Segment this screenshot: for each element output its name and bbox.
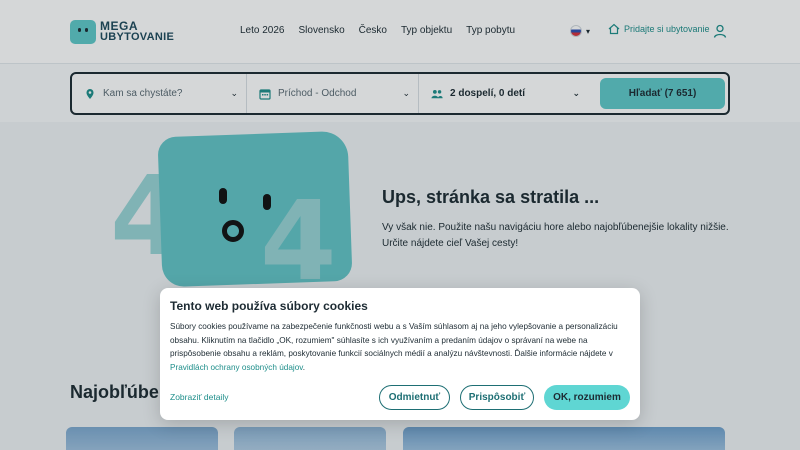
privacy-policy-link[interactable]: Pravidlách ochrany osobných údajov (170, 363, 303, 372)
customize-button[interactable]: Prispôsobiť (460, 385, 534, 410)
accept-button[interactable]: OK, rozumiem (544, 385, 630, 410)
cookie-text-body: Súbory cookies používame na zabezpečenie… (170, 322, 618, 358)
cookie-description: Súbory cookies používame na zabezpečenie… (170, 320, 630, 374)
decline-button[interactable]: Odmietnuť (379, 385, 450, 410)
cookie-text-end: . (302, 362, 306, 372)
cookie-consent-dialog: Tento web používa súbory cookies Súbory … (160, 288, 640, 420)
show-details-link[interactable]: Zobraziť detaily (170, 392, 228, 402)
cookie-title: Tento web používa súbory cookies (170, 299, 368, 313)
